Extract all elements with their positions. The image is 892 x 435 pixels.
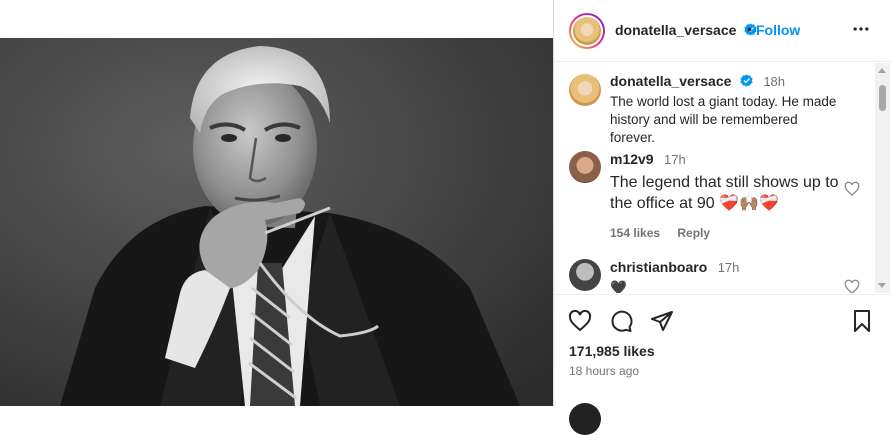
post-header: donatella_versace • Follow <box>554 0 892 62</box>
comment-body: donatella_versace 18h The world lost a g… <box>610 73 844 147</box>
comment-body: m12v9 17h The legend that still shows up… <box>610 151 844 240</box>
comment-username[interactable]: donatella_versace <box>610 73 731 89</box>
heart-icon[interactable] <box>844 279 860 293</box>
comment-text: The legend that still shows up to the of… <box>610 174 839 212</box>
comment-likes-count[interactable]: 154 likes <box>610 226 660 240</box>
likes-count[interactable]: 171,985 likes <box>569 343 655 359</box>
comment-text: The world lost a giant today. He made hi… <box>610 94 837 145</box>
heart-icon[interactable] <box>844 181 860 197</box>
comment-username[interactable]: christianboaro <box>610 259 707 275</box>
heart-icon[interactable] <box>568 309 592 333</box>
follow-button[interactable]: Follow <box>756 22 800 38</box>
comment-username[interactable]: m12v9 <box>610 151 654 167</box>
post-photo[interactable] <box>0 38 553 406</box>
comment-avatar[interactable] <box>569 259 601 291</box>
post-timestamp[interactable]: 18 hours ago <box>569 364 639 378</box>
comment-time: 18h <box>763 74 786 89</box>
next-avatar-peek <box>569 403 601 435</box>
comment-time: 17h <box>664 152 686 167</box>
comment-item: m12v9 17h The legend that still shows up… <box>554 149 874 240</box>
comment-body: christianboaro 17h 🖤 <box>610 259 844 293</box>
comment-text: 🖤 <box>610 280 627 293</box>
comment-item: christianboaro 17h 🖤 <box>554 257 874 293</box>
post-actions: 171,985 likes 18 hours ago <box>554 294 892 435</box>
scroll-thumb[interactable] <box>879 85 886 111</box>
comments-scrollbar[interactable] <box>875 63 890 293</box>
send-icon[interactable] <box>650 309 674 333</box>
comment-icon[interactable] <box>609 309 633 333</box>
comment-avatar[interactable] <box>569 151 601 183</box>
verified-badge-icon <box>740 74 753 87</box>
comment-meta: 154 likes Reply <box>610 226 844 240</box>
caption-comment: donatella_versace 18h The world lost a g… <box>554 71 874 145</box>
portrait-illustration <box>0 38 553 406</box>
comment-avatar[interactable] <box>569 74 601 106</box>
separator-dot: • <box>747 21 752 37</box>
post-side-panel: donatella_versace • Follow donatella_ver… <box>553 0 892 435</box>
author-avatar[interactable] <box>569 13 605 49</box>
author-username-row[interactable]: donatella_versace <box>615 22 757 38</box>
post-media-area <box>0 0 553 406</box>
reply-button[interactable]: Reply <box>677 226 710 240</box>
comment-time: 17h <box>717 260 740 275</box>
scroll-up-arrow[interactable] <box>878 68 886 73</box>
more-options-icon[interactable] <box>851 19 871 39</box>
author-username[interactable]: donatella_versace <box>615 22 736 38</box>
bookmark-icon[interactable] <box>850 309 874 333</box>
comments-list[interactable]: donatella_versace 18h The world lost a g… <box>554 63 892 293</box>
scroll-down-arrow[interactable] <box>878 283 886 288</box>
